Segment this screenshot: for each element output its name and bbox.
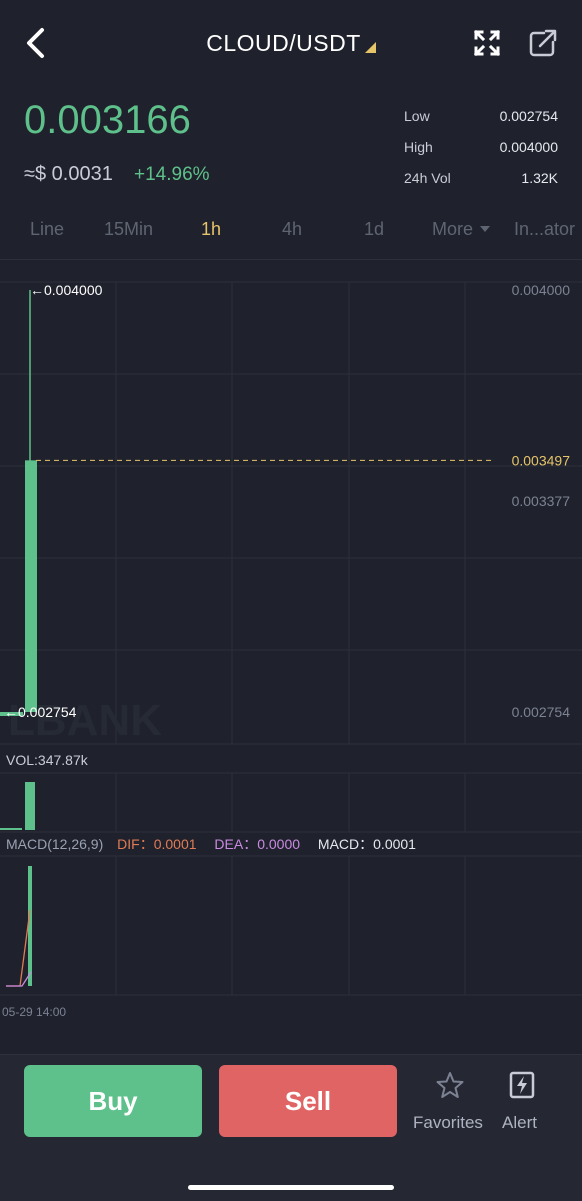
- dif-value: DIF：0.0001: [117, 836, 197, 852]
- tab-more[interactable]: More: [432, 219, 491, 240]
- volume-bar: [0, 828, 22, 830]
- tab-line[interactable]: Line: [30, 219, 64, 240]
- macd-value: MACD：0.0001: [318, 836, 416, 852]
- kline-chart[interactable]: LBANK 0.0040000.0033770.002754 0.003497←…: [0, 260, 582, 1030]
- tab-indicator[interactable]: In...ator: [514, 219, 575, 240]
- high-label: High: [404, 139, 433, 155]
- price-axis-label: 0.002754: [512, 704, 571, 720]
- low-label: Low: [404, 108, 430, 124]
- change-percent: +14.96%: [134, 164, 210, 185]
- price-axis-label: 0.004000: [512, 282, 571, 298]
- dea-line: [6, 971, 32, 987]
- favorites-label[interactable]: Favorites: [413, 1113, 483, 1133]
- usd-price: ≈$ 0.0031: [24, 163, 113, 185]
- dea-value: DEA：0.0000: [214, 836, 300, 852]
- star-icon[interactable]: [436, 1071, 464, 1099]
- home-indicator: [188, 1185, 394, 1190]
- macd-bar: [28, 866, 32, 986]
- expand-icon[interactable]: [474, 30, 500, 56]
- high-value: 0.004000: [499, 139, 558, 155]
- pair-title-text: CLOUD/USDT: [206, 30, 361, 56]
- candle-body: [25, 460, 37, 712]
- price-axis-label: 0.003377: [512, 493, 571, 509]
- alert-label[interactable]: Alert: [502, 1113, 537, 1133]
- tab-1d[interactable]: 1d: [364, 219, 384, 240]
- low-marker: ←0.002754: [4, 704, 77, 720]
- low-value: 0.002754: [499, 108, 558, 124]
- time-axis-label: 05-29 14:00: [2, 1005, 66, 1019]
- sell-button[interactable]: Sell: [219, 1065, 397, 1137]
- volume-value: 1.32K: [521, 170, 558, 186]
- dropdown-triangle-icon: [364, 42, 376, 53]
- tab-15min[interactable]: 15Min: [104, 219, 153, 240]
- macd-legend: MACD(12,26,9) DIF：0.0001 DEA：0.0000 MACD…: [6, 836, 416, 852]
- macd-params: MACD(12,26,9): [6, 836, 103, 852]
- high-marker: ←0.004000: [30, 282, 103, 298]
- tab-more-label: More: [432, 219, 474, 239]
- tab-4h[interactable]: 4h: [282, 219, 302, 240]
- tab-1h[interactable]: 1h: [201, 219, 221, 240]
- buy-button[interactable]: Buy: [24, 1065, 202, 1137]
- volume-indicator-label: VOL:347.87k: [6, 752, 89, 768]
- volume-bar: [25, 782, 35, 830]
- volume-label: 24h Vol: [404, 170, 451, 186]
- last-price: 0.003166: [24, 98, 191, 142]
- current-price-label: 0.003497: [512, 452, 571, 468]
- caret-down-icon: [480, 226, 491, 232]
- alert-icon[interactable]: [509, 1071, 535, 1099]
- share-icon[interactable]: [528, 28, 558, 58]
- dif-line: [6, 909, 31, 987]
- chart-grid: [0, 281, 582, 996]
